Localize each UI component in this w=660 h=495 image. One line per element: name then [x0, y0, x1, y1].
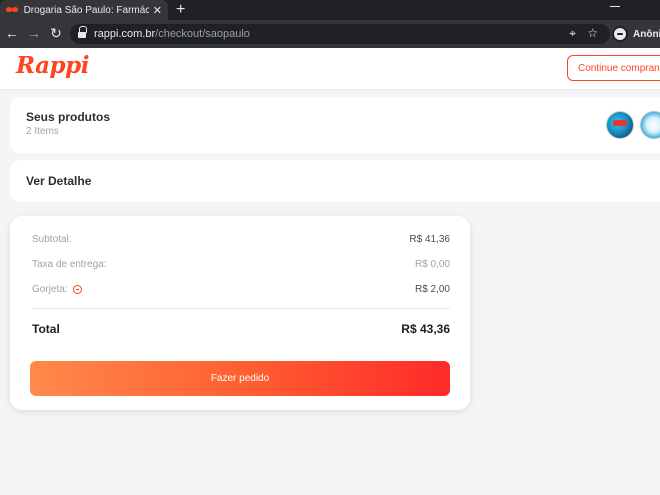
new-tab-button[interactable]: + — [176, 1, 185, 19]
browser-tab[interactable]: Drogaria São Paulo: Farmácia Deli ✕ — [0, 0, 168, 20]
tip-row: Gorjeta: R$ 2,00 — [32, 284, 450, 295]
view-detail-card[interactable]: Ver Detalhe — [10, 160, 660, 202]
subtotal-label: Subtotal: — [32, 234, 72, 245]
url-host: rappi.com.br — [94, 28, 156, 40]
rappi-logo[interactable]: Rappi — [16, 52, 89, 79]
bookmark-star-icon[interactable]: ☆ — [587, 26, 598, 40]
tip-value: R$ 2,00 — [414, 284, 450, 295]
delivery-fee-value: R$ 0,00 — [414, 259, 450, 270]
tab-title: Drogaria São Paulo: Farmácia Deli — [23, 4, 149, 16]
total-label: Total — [32, 322, 60, 336]
products-title: Seus produtos — [26, 110, 111, 124]
profile-name: Anônim — [633, 28, 660, 40]
product-thumbnail[interactable] — [640, 111, 660, 139]
subtotal-row: Subtotal: R$ 41,36 — [32, 234, 450, 245]
delivery-fee-row: Taxa de entrega: R$ 0,00 — [32, 259, 450, 270]
total-value: R$ 43,36 — [401, 322, 450, 336]
place-order-button[interactable]: Fazer pedido — [30, 361, 450, 396]
site-header: Rappi Continue comprando — [0, 48, 660, 90]
reload-icon[interactable]: ↻ — [48, 25, 64, 42]
subtotal-value: R$ 41,36 — [409, 234, 450, 245]
tab-close-icon[interactable]: ✕ — [153, 4, 162, 17]
delivery-fee-label: Taxa de entrega: — [32, 259, 107, 270]
view-detail-title: Ver Detalhe — [26, 174, 92, 188]
forward-arrow-icon[interactable]: → — [26, 25, 42, 41]
browser-toolbar: ← → ↻ rappi.com.br /checkout/saopaulo ⌖ … — [0, 20, 660, 48]
address-bar[interactable]: rappi.com.br /checkout/saopaulo ⌖ ☆ — [70, 24, 610, 44]
back-arrow-icon[interactable]: ← — [4, 25, 20, 41]
tip-label-wrap: Gorjeta: — [32, 284, 82, 295]
continue-shopping-button[interactable]: Continue comprando — [567, 55, 660, 81]
location-icon[interactable]: ⌖ — [569, 26, 576, 41]
total-row: Total R$ 43,36 — [32, 322, 450, 336]
incognito-avatar-icon — [612, 26, 628, 42]
summary-divider — [32, 308, 450, 309]
products-count: 2 Items — [26, 126, 59, 137]
rappi-favicon-icon — [6, 6, 18, 14]
tip-label: Gorjeta: — [32, 284, 68, 295]
browser-tab-bar: Drogaria São Paulo: Farmácia Deli ✕ + — [0, 0, 660, 20]
order-summary-card: Subtotal: R$ 41,36 Taxa de entrega: R$ 0… — [10, 216, 470, 410]
info-icon[interactable] — [72, 285, 82, 294]
products-card: Seus produtos 2 Items — [10, 97, 660, 153]
minimize-window-icon[interactable] — [600, 0, 630, 20]
url-path: /checkout/saopaulo — [155, 28, 250, 40]
lock-icon[interactable] — [78, 26, 87, 38]
product-thumbnail[interactable] — [606, 111, 634, 139]
profile-button[interactable]: Anônim — [612, 24, 660, 44]
